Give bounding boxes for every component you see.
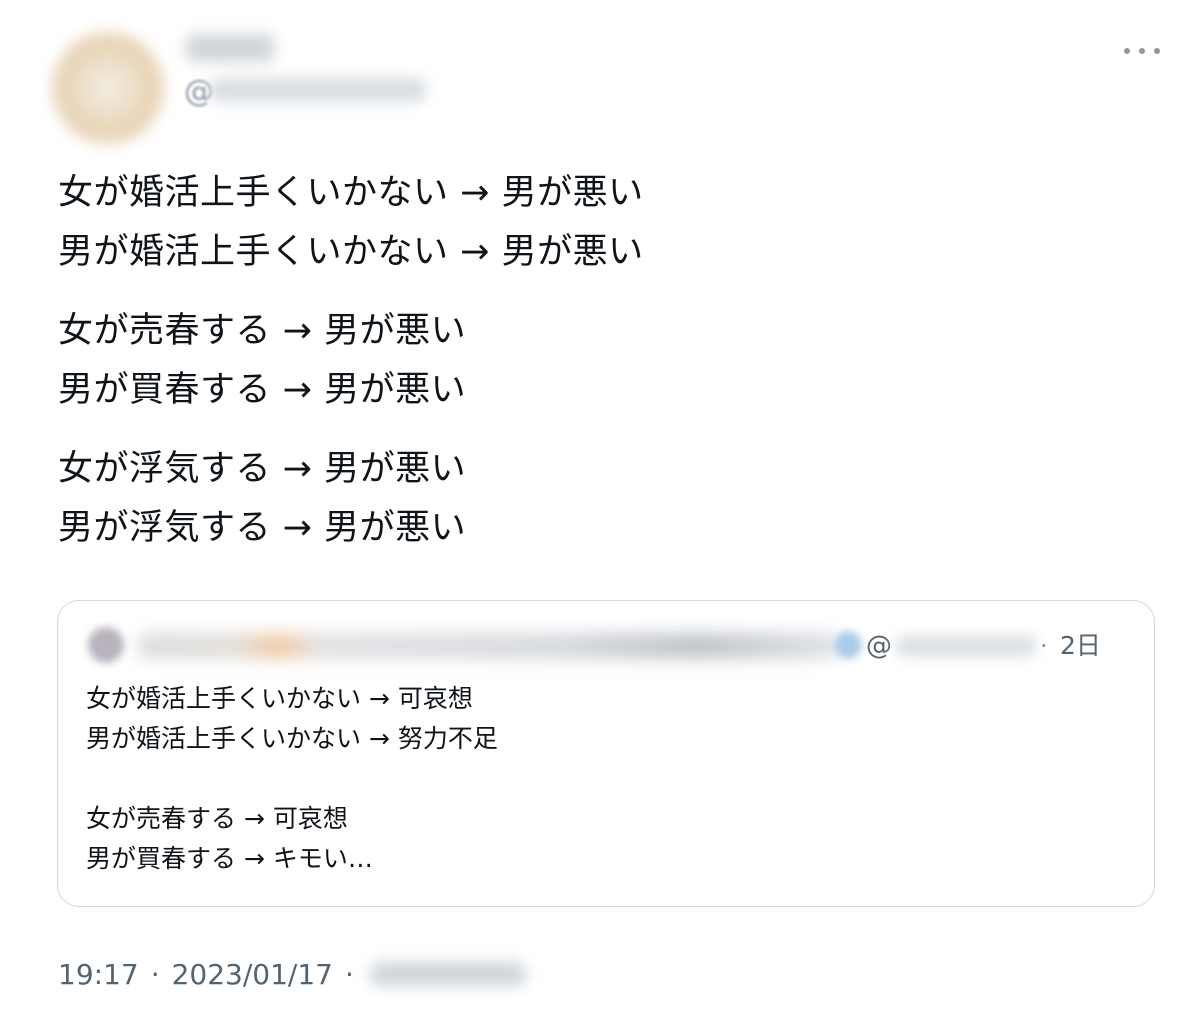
author-avatar[interactable] bbox=[52, 32, 164, 144]
quoted-line: 男が婚活上手くいかない → 努力不足 bbox=[86, 724, 498, 753]
quoted-tweet-card[interactable]: @ · 2日 女が婚活上手くいかない → 可哀想 男が婚活上手くいかない → 努… bbox=[57, 600, 1155, 907]
more-dot bbox=[1139, 48, 1145, 54]
more-dot bbox=[1124, 48, 1130, 54]
tweet-time[interactable]: 19:17 bbox=[58, 958, 139, 991]
tweet-metadata: 19:17 · 2023/01/17 · bbox=[58, 950, 526, 998]
quoted-author-name-redacted bbox=[138, 633, 838, 659]
verified-badge-icon bbox=[834, 631, 862, 659]
quoted-line: 男が買春する → キモい… bbox=[86, 844, 373, 873]
tweet-line: 男が買春する → 男が悪い bbox=[58, 370, 467, 410]
tweet-source-redacted[interactable] bbox=[369, 962, 526, 986]
tweet-line: 女が婚活上手くいかない → 男が悪い bbox=[58, 173, 644, 213]
quoted-handle-redacted bbox=[896, 635, 1036, 657]
tweet-line: 男が婚活上手くいかない → 男が悪い bbox=[58, 232, 644, 272]
quoted-line: 女が婚活上手くいかない → 可哀想 bbox=[86, 684, 473, 713]
metadata-separator: · bbox=[150, 957, 160, 991]
tweet-date[interactable]: 2023/01/17 bbox=[172, 958, 333, 991]
more-dot bbox=[1154, 48, 1160, 54]
tweet-line: 女が売春する → 男が悪い bbox=[58, 311, 467, 351]
metadata-separator: · bbox=[345, 957, 354, 991]
tweet-text: 女が婚活上手くいかない → 男が悪い 男が婚活上手くいかない → 男が悪い 女が… bbox=[58, 164, 1138, 558]
quoted-author-avatar bbox=[88, 627, 124, 663]
quoted-tweet-text: 女が婚活上手くいかない → 可哀想 男が婚活上手くいかない → 努力不足 女が売… bbox=[86, 679, 1126, 879]
tweet-line: 男が浮気する → 男が悪い bbox=[58, 508, 467, 548]
author-name-redacted[interactable] bbox=[186, 34, 274, 62]
more-horizontal-icon[interactable] bbox=[1124, 36, 1160, 66]
author-handle-redacted[interactable] bbox=[210, 78, 426, 102]
quoted-handle-prefix: @ bbox=[866, 631, 892, 661]
quoted-blank-line bbox=[86, 759, 1126, 799]
quoted-separator: · bbox=[1040, 632, 1048, 660]
tweet-line: 女が浮気する → 男が悪い bbox=[58, 449, 467, 489]
quoted-line: 女が売春する → 可哀想 bbox=[86, 804, 348, 833]
tweet-detail: @ 女が婚活上手くいかない → 男が悪い 男が婚活上手くいかない → 男が悪い … bbox=[0, 0, 1200, 1017]
quoted-timestamp[interactable]: 2日 bbox=[1060, 629, 1101, 663]
